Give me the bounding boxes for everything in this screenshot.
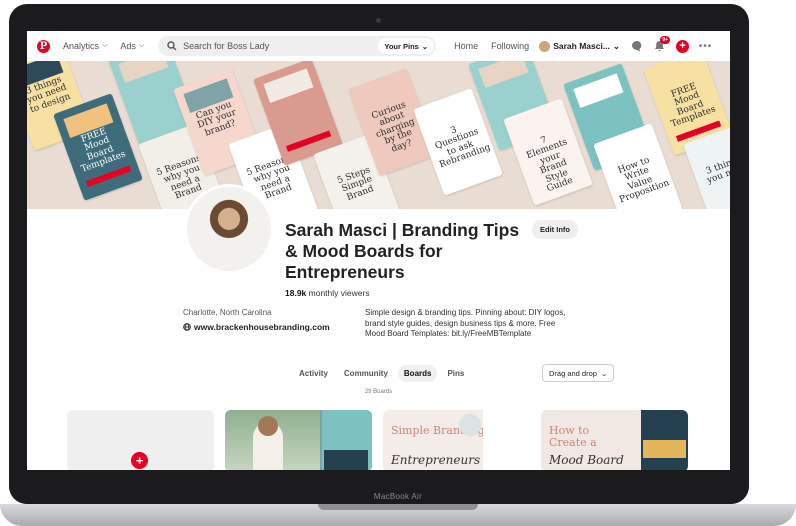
board-title-script: Mood Board [549, 453, 624, 467]
board-count: 29 Boards [364, 389, 393, 395]
profile-cover-collage: 3 things you need to design FREE Mood Bo… [27, 61, 730, 209]
user-profile-button[interactable]: Sarah Masci... ⌄ [539, 40, 621, 52]
search-scope-label: Your Pins [384, 41, 419, 51]
home-link[interactable]: Home [454, 41, 478, 51]
tab-pins[interactable]: Pins [441, 365, 470, 382]
more-options-icon[interactable]: ••• [699, 40, 712, 53]
website-url: www.brackenhousebranding.com [194, 322, 330, 332]
pinterest-logo-icon[interactable]: P [37, 39, 50, 53]
analytics-label: Analytics [63, 41, 100, 51]
analytics-menu[interactable]: Analytics ⌵ [63, 41, 107, 51]
messages-icon[interactable] [630, 40, 643, 53]
notification-badge: 9+ [660, 35, 671, 44]
chevron-down-icon: ⌵ [102, 42, 108, 49]
add-board-icon[interactable]: + [131, 452, 148, 469]
following-link[interactable]: Following [491, 41, 529, 51]
viewers-label: monthly viewers [306, 288, 370, 298]
plus-icon: + [676, 39, 690, 53]
search-input[interactable]: Search for Boss Lady Your Pins ⌄ [158, 36, 437, 56]
top-navigation-bar: P Analytics ⌵ Ads ⌵ Search for Boss Lady Y… [27, 31, 730, 61]
camera [376, 18, 381, 23]
edit-info-button[interactable]: Edit Info [532, 220, 578, 239]
tab-community[interactable]: Community [338, 365, 394, 382]
sort-label: Drag and drop [549, 368, 597, 378]
viewers-count: 18.9k [285, 288, 307, 298]
notifications-bell-icon[interactable]: 9+ [653, 35, 671, 53]
profile-avatar[interactable] [184, 184, 274, 274]
chevron-down-icon: ⌄ [421, 41, 429, 51]
board-card[interactable]: Simple Branding for Entrepreneurs [383, 410, 530, 470]
monthly-viewers: 18.9k monthly viewers [285, 288, 370, 298]
search-icon [167, 41, 177, 51]
browser-screen: P Analytics ⌵ Ads ⌵ Search for Boss Lady Y… [27, 31, 730, 470]
chevron-down-icon: ⌄ [612, 40, 621, 51]
user-name: Sarah Masci... [553, 41, 610, 51]
profile-tabs: Activity Community Boards Pins [293, 365, 470, 382]
board-card[interactable]: How to Create a Mood Board [541, 410, 688, 470]
tab-boards[interactable]: Boards [397, 365, 438, 382]
profile-name: Sarah Masci | Branding Tips & Mood Board… [285, 220, 520, 282]
tab-activity[interactable]: Activity [293, 365, 334, 382]
board-card[interactable] [225, 410, 372, 470]
board-title-script: Entrepreneurs [391, 453, 481, 467]
search-placeholder: Search for Boss Lady [183, 41, 270, 51]
create-button[interactable]: + [676, 39, 690, 53]
sort-dropdown[interactable]: Drag and drop ⌄ [542, 364, 615, 382]
website-link[interactable]: www.brackenhousebranding.com [183, 322, 330, 332]
device-brand-label: MacBook Air [373, 492, 423, 501]
avatar [539, 40, 551, 52]
board-title: How to Create a [549, 424, 597, 449]
ads-label: Ads [120, 41, 136, 51]
ads-menu[interactable]: Ads ⌵ [120, 41, 144, 51]
profile-bio: Simple design & branding tips. Pinning a… [365, 308, 566, 338]
globe-icon [183, 323, 191, 331]
laptop-base-notch [318, 504, 478, 510]
profile-location: Charlotte, North Carolina [183, 308, 272, 317]
chevron-down-icon: ⌄ [600, 368, 608, 378]
chevron-down-icon: ⌵ [138, 42, 145, 49]
search-scope-dropdown[interactable]: Your Pins ⌄ [378, 38, 435, 54]
